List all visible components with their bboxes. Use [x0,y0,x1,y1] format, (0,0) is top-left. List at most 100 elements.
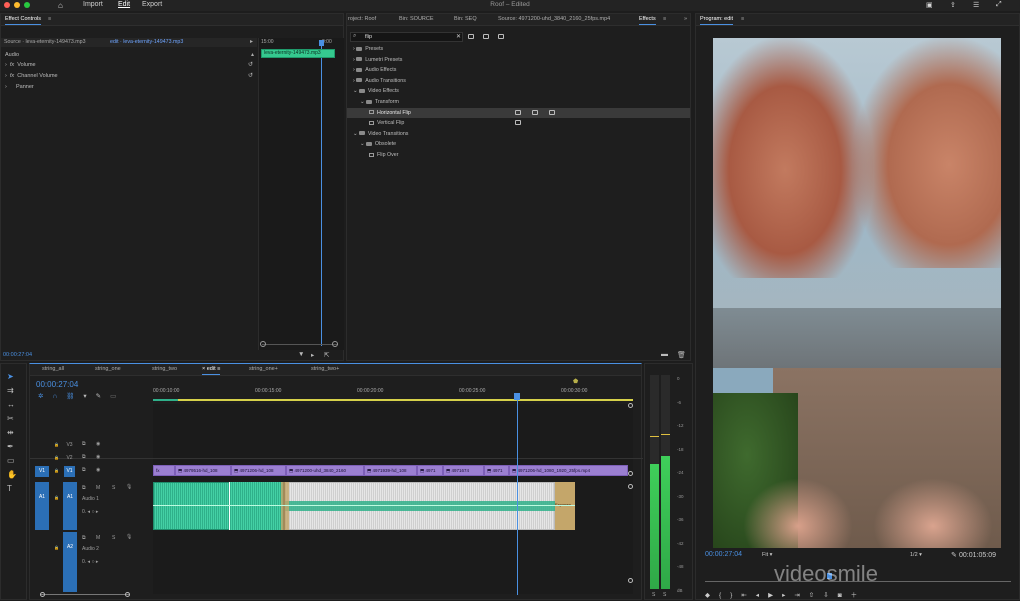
h-scroll-right[interactable] [125,592,130,597]
track-header-v1[interactable]: V1 🔒 V1 ⧉ ◉ [30,466,153,477]
tab-program[interactable]: Program: edit [700,16,734,25]
track-header-v2[interactable]: 🔒 V2 ⧉ ◉ [30,453,153,464]
transport-controls[interactable]: ◆{}⇤◂▶▸⇥⇧⇩◙＋ [705,589,1011,599]
sequence-clip-label[interactable]: edit · leva-eternity-149473.mp3 [110,39,183,45]
type-tool-icon[interactable]: T [7,484,12,493]
tab-effects[interactable]: Effects [639,16,656,25]
a-scroll-bottom[interactable] [628,578,633,583]
tab-project[interactable]: roject: Roof [348,16,376,22]
track-name[interactable]: Audio 2 [82,546,99,552]
ripple-edit-icon[interactable]: ↔ [7,400,15,409]
eye-icon[interactable]: ◉ [96,467,100,473]
mini-scrollbar[interactable] [262,344,338,345]
effect-controls-mini-timeline[interactable]: 15:00 0:00 leva-eternity-149473.mp3 [258,38,344,350]
solo-button[interactable]: S [112,535,115,541]
scroll-handle-right[interactable] [332,341,338,347]
track-name[interactable]: Audio 1 [82,496,99,502]
pen-tool-icon[interactable]: ✒ [7,442,14,451]
tab-source[interactable]: Source: 4971200-uhd_3840_2160_25fps.mp4 [498,16,610,22]
microphone-icon[interactable]: 🎙 [126,484,132,490]
effects-tree-item[interactable]: Flip Over [347,150,690,160]
mute-button[interactable]: M [96,485,100,491]
mini-clip[interactable]: leva-eternity-149473.mp3 [261,49,335,58]
solo-right-button[interactable]: S [663,592,666,598]
video-clip[interactable]: fx [153,465,175,476]
reset-icon[interactable]: ↺ [248,72,253,79]
track-label[interactable]: A2 [63,532,77,592]
program-timecode[interactable]: 00:00:27:04 [705,551,742,558]
razor-tool-icon[interactable]: ✂ [7,414,14,423]
h-scrollbar[interactable] [40,594,130,595]
scroll-handle-left[interactable] [260,341,266,347]
expand-icon[interactable]: › [5,84,7,90]
effects-tree-item[interactable]: ⌄ Obsolete [347,139,690,149]
track-volume-control[interactable]: 0. ◂ ○ ▸ [82,559,98,565]
track-header-v3[interactable]: 🔒 V3 ⧉ ◉ [30,440,153,451]
time-ruler[interactable]: ⬟ 00:00:10:00 00:00:15:00 00:00:20:00 00:00… [153,378,633,402]
slip-tool-icon[interactable]: ⇹ [7,428,14,437]
effects-tree-item[interactable]: › Audio Effects [347,65,690,75]
hand-tool-icon[interactable]: ✋ [7,470,17,479]
fx-icon[interactable]: fx [10,62,14,68]
video-clip[interactable]: ⬒ 4971 [417,465,443,476]
panel-menu-icon[interactable]: ☰ [973,1,979,9]
effect-row-volume[interactable]: › fx Volume [5,62,36,68]
microphone-icon[interactable]: 🎙 [126,534,132,540]
new-bin-icon[interactable]: ▬ [661,351,668,358]
effects-tree-item[interactable]: ⌄ Video Effects [347,86,690,96]
expand-icon[interactable]: › [5,62,7,68]
effects-tree-item[interactable]: ⌄ Transform [347,97,690,107]
eye-icon[interactable]: ◉ [96,441,100,447]
tab-sequence-string-two-[interactable]: string_two+ [311,366,339,372]
solo-left-button[interactable]: S [652,592,655,598]
effects-tree-item[interactable]: › Audio Transitions [347,76,690,86]
tab-sequence-string-one-[interactable]: string_one+ [249,366,278,372]
play-only-icon[interactable]: ▸ [250,38,253,45]
tab-sequence-edit[interactable]: × edit ≡ [202,366,221,375]
sync-lock-icon[interactable]: ⧉ [82,535,86,541]
track-header-a2[interactable]: A2 🔒 ⧉ M S 🎙 Audio 2 0. ◂ ○ ▸ [30,532,153,592]
track-label[interactable]: A1 [63,482,77,530]
tab-effect-controls[interactable]: Effect Controls [5,16,41,25]
lock-icon[interactable]: 🔒 [54,545,59,550]
audio-clip-a1-second[interactable] [229,482,283,530]
audio-transition-start[interactable] [281,482,289,530]
marker-icon[interactable]: ⬟ [573,378,578,385]
eye-icon[interactable]: ◉ [96,454,100,460]
delete-icon[interactable]: 🗑 [677,351,686,359]
yuv-effects-icon[interactable] [498,34,504,39]
video-clip[interactable]: ⬒ 4971200-uhd_3840_2160 [286,465,364,476]
fx-icon[interactable]: fx [10,73,14,79]
effects-tree-item[interactable]: Horizontal Flip [347,107,690,118]
sync-lock-icon[interactable]: ⧉ [82,485,86,491]
h-scroll-left[interactable] [40,592,45,597]
source-patch-v1[interactable]: V1 [35,466,49,477]
play-icon[interactable]: ▶ [768,592,782,599]
effects-tree-item[interactable]: Vertical Flip [347,118,690,128]
effects-tree-item[interactable]: ⌄ Video Transitions [347,129,690,139]
step-forward-icon[interactable]: ▸ [782,592,794,599]
track-label[interactable]: V2 [64,455,75,461]
effect-row-panner[interactable]: › Panner [5,84,34,90]
button-editor-icon[interactable]: ＋ [851,592,867,599]
32bit-color-icon[interactable] [483,34,489,39]
a-scroll-top[interactable] [628,484,633,489]
mute-button[interactable]: M [96,535,100,541]
video-clip[interactable]: ⬒ 4979516-hd_108 [175,465,231,476]
lock-icon[interactable]: 🔒 [54,455,59,460]
panel-menu-icon[interactable]: ≡ [48,16,51,22]
effect-controls-timecode[interactable]: 00:00:27:04 [3,352,32,358]
more-tabs-icon[interactable]: » [684,16,687,22]
fit-dropdown[interactable]: Fit ▾ [762,552,772,558]
tab-bin-source[interactable]: Bin: SOURCE [399,16,434,22]
panel-menu-icon[interactable]: ≡ [663,16,666,22]
lock-icon[interactable]: 🔒 [54,495,59,500]
fullscreen-icon[interactable]: ⤢ [996,1,1002,9]
marker-icon[interactable]: ◆ [705,592,719,599]
track-header-a1[interactable]: A1 A1 🔒 ⧉ M S 🎙 Audio 1 0. ◂ ○ ▸ [30,482,153,530]
play-audio-icon[interactable]: ▸ [311,351,314,359]
selection-tool-icon[interactable]: ➤ [7,372,14,381]
section-scroll-icon[interactable]: ▴ [251,51,254,58]
go-to-in-icon[interactable]: ⇤ [741,592,755,599]
rectangle-tool-icon[interactable]: ▭ [7,456,15,465]
